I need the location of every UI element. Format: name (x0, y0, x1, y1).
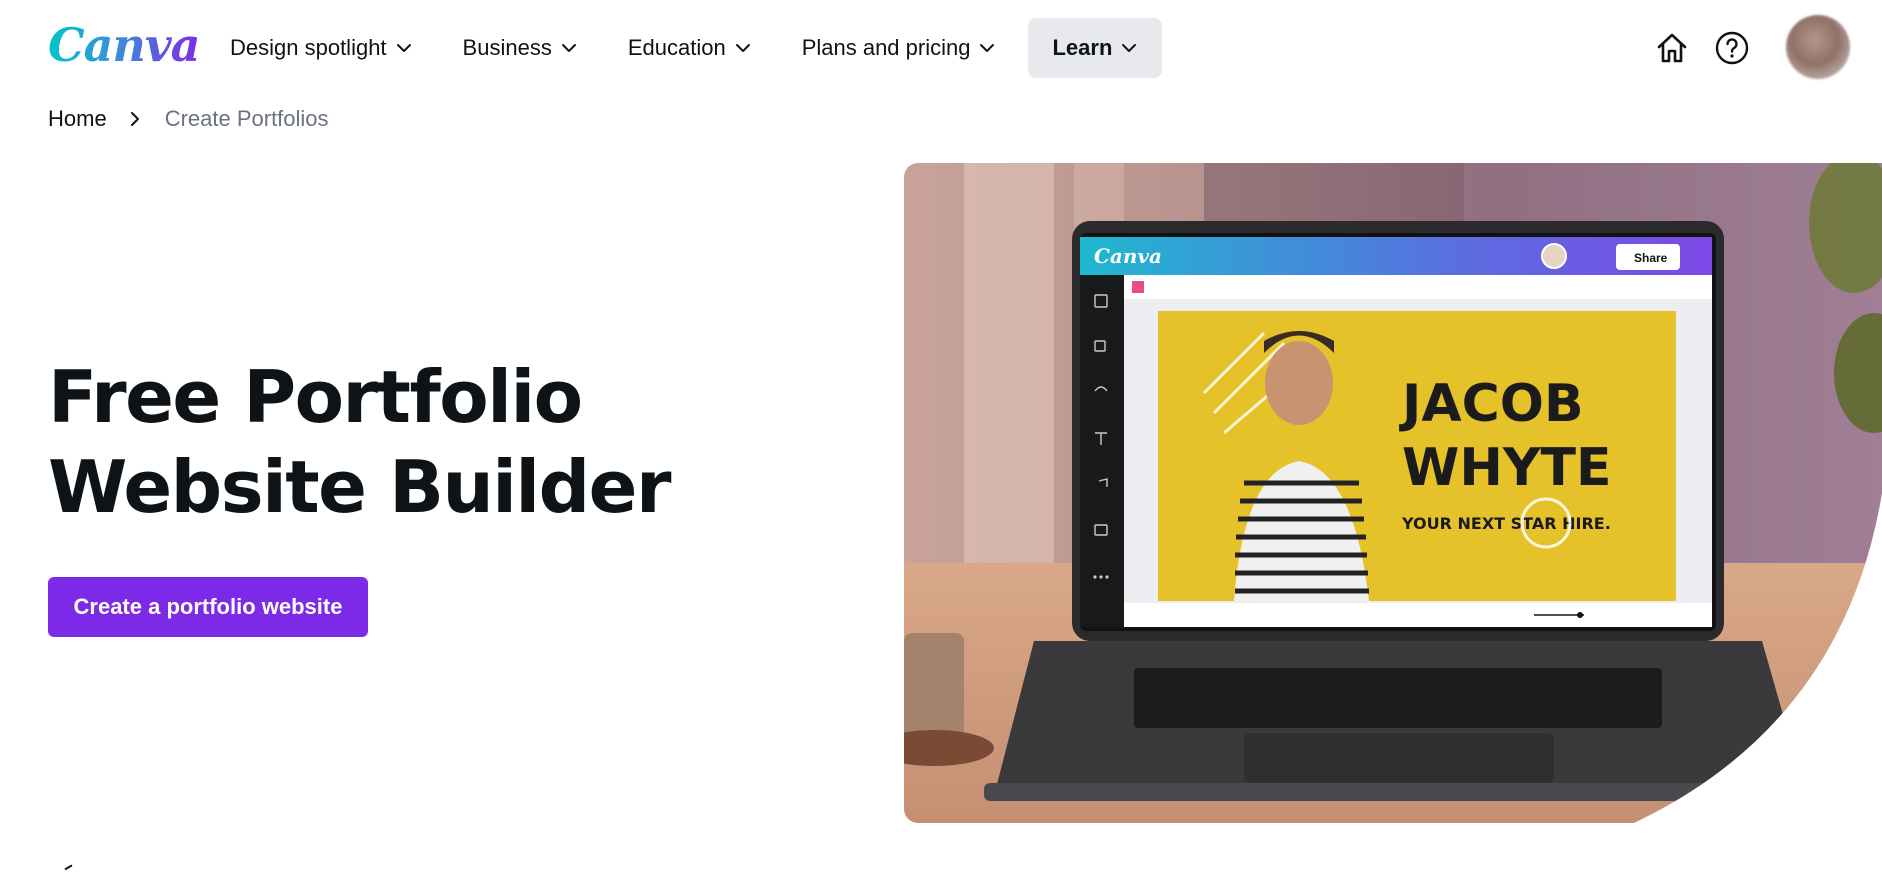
help-icon[interactable] (1714, 30, 1750, 66)
chevron-down-icon (735, 44, 750, 52)
nav-learn[interactable]: Learn (1028, 18, 1163, 78)
chevron-down-icon (980, 44, 995, 52)
chevron-right-icon (130, 112, 139, 126)
chevron-down-icon (396, 44, 411, 52)
user-avatar[interactable] (1786, 15, 1850, 79)
title-line-1: Free Portfolio (48, 355, 583, 439)
nav-business[interactable]: Business (445, 18, 596, 78)
top-header: Canva Design spotlight Business Educatio… (0, 0, 1882, 96)
nav-label: Business (462, 35, 552, 60)
design-name-line-1: JACOB (1399, 374, 1584, 434)
home-icon[interactable] (1654, 30, 1690, 66)
nav-label: Design spotlight (230, 35, 387, 60)
nav-plans-and-pricing[interactable]: Plans and pricing (784, 18, 1015, 78)
nav-label: Learn (1052, 35, 1113, 60)
breadcrumb-home-link[interactable]: Home (48, 106, 107, 132)
nav-label: Plans and pricing (801, 35, 971, 60)
main-nav: Design spotlight Business Education Plan… (212, 18, 1176, 78)
canva-logo[interactable]: Canva (48, 18, 200, 72)
breadcrumb-current: Create Portfolios (164, 106, 329, 131)
nav-design-spotlight[interactable]: Design spotlight (212, 18, 431, 78)
page-title: Free Portfolio Website Builder (48, 352, 808, 532)
mockup-canva-logo: Canva (1094, 244, 1162, 268)
chevron-down-icon (561, 44, 576, 52)
chevron-down-icon (1122, 44, 1137, 52)
scroll-hint-mark (64, 864, 76, 874)
title-line-2: Website Builder (48, 445, 671, 529)
design-tagline: YOUR NEXT STAR HIRE. (1401, 514, 1611, 533)
breadcrumb: Home Create Portfolios (48, 106, 329, 132)
mockup-share-label: Share (1634, 251, 1668, 265)
create-portfolio-button[interactable]: Create a portfolio website (48, 577, 368, 637)
hero-image: Canva Share JACOB WHYTE YOUR NEXT STAR H… (904, 163, 1882, 823)
nav-label: Education (627, 35, 726, 60)
laptop-scene-illustration: Canva Share JACOB WHYTE YOUR NEXT STAR H… (904, 163, 1882, 823)
nav-education[interactable]: Education (610, 18, 770, 78)
design-name-line-2: WHYTE (1402, 438, 1612, 498)
